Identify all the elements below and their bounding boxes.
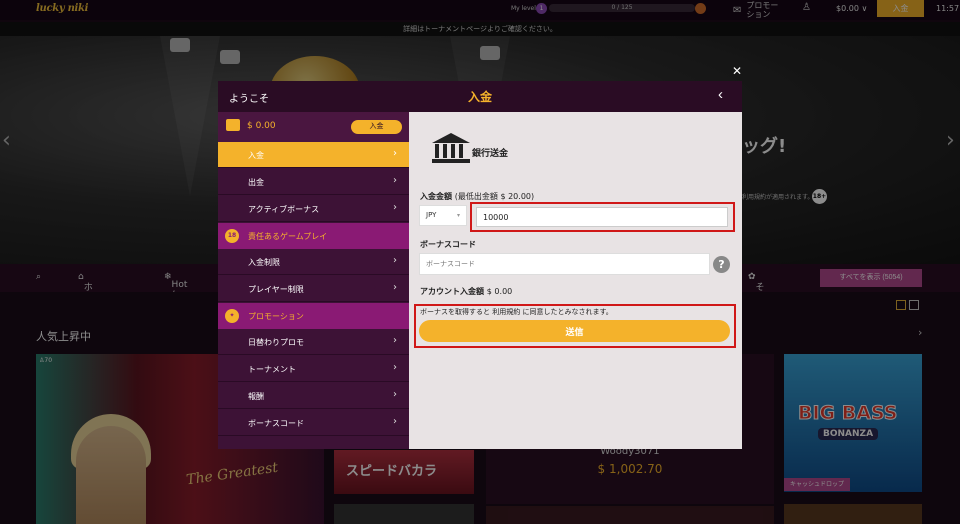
sidebar-item-label: プレイヤー制限: [248, 285, 304, 294]
sidebar-item-label: ボーナスコード: [248, 419, 304, 428]
chevron-right-icon: ›: [393, 282, 397, 293]
age-18-icon: 18: [225, 229, 239, 243]
chevron-right-icon: ›: [393, 202, 397, 213]
sidebar-section-responsible: 18 責任あるゲームプレイ: [218, 223, 409, 249]
modal-title: 入金: [467, 90, 492, 104]
bonus-code-label: ボーナスコード: [420, 240, 476, 249]
chevron-right-icon: ›: [393, 175, 397, 186]
sidebar-deposit-button[interactable]: 入金: [351, 120, 402, 134]
sidebar-item-label: 日替わりプロモ: [248, 338, 304, 347]
back-icon[interactable]: ‹: [718, 86, 723, 103]
sidebar-item-label: アクティブボーナス: [248, 205, 320, 214]
sidebar-item-player-limit[interactable]: プレイヤー制限 ›: [218, 276, 409, 302]
chevron-right-icon: ›: [393, 335, 397, 346]
sidebar-balance-amount: $ 0.00: [247, 121, 276, 131]
sidebar-section-label: プロモーション: [248, 312, 304, 321]
sidebar-item-rewards[interactable]: 報酬 ›: [218, 383, 409, 409]
wallet-icon: [226, 119, 240, 131]
megaphone-icon: ✦: [225, 309, 239, 323]
modal-header: ようこそ 入金 ‹: [218, 81, 742, 112]
chevron-right-icon: ›: [393, 362, 397, 373]
sidebar-item-label: トーナメント: [248, 365, 296, 374]
chevron-right-icon: ›: [393, 148, 397, 159]
sidebar-item-bonus-code[interactable]: ボーナスコード ›: [218, 410, 409, 436]
chevron-down-icon: ▾: [457, 212, 461, 219]
sidebar-item-label: 報酬: [248, 392, 264, 401]
payment-method-label: 銀行送金: [472, 149, 509, 159]
sidebar-item-label: 入金: [248, 151, 264, 160]
sidebar-item-label: 出金: [248, 178, 264, 187]
deposit-modal: ようこそ 入金 ‹ $ 0.00 入金 入金 › 出金 › アクティブボーナス › 1…: [218, 81, 742, 449]
sidebar-item-deposit-limit[interactable]: 入金制限 ›: [218, 249, 409, 275]
sidebar-section-label: 責任あるゲームプレイ: [248, 232, 328, 241]
sidebar-item-label: 入金制限: [248, 258, 280, 267]
account-deposit-label: アカウント入金額 $ 0.00: [420, 287, 513, 296]
bonus-code-input[interactable]: [419, 253, 710, 275]
deposit-panel: 銀行送金 入金金額 (最低出金額 $ 20.00) JPY▾ ボーナスコード ?…: [409, 112, 742, 449]
currency-select[interactable]: JPY ▾: [419, 205, 467, 226]
chevron-right-icon: ›: [393, 255, 397, 266]
account-sidebar: $ 0.00 入金 入金 › 出金 › アクティブボーナス › 18 責任あるゲームプ…: [218, 112, 409, 449]
chevron-right-icon: ›: [393, 416, 397, 427]
submit-button[interactable]: 送信: [419, 320, 730, 342]
bonus-terms-text: ボーナスを取得すると 利用規約 に同意したとみなされます。: [420, 308, 613, 316]
help-icon[interactable]: ?: [713, 256, 730, 273]
sidebar-balance: $ 0.00 入金: [218, 112, 409, 142]
amount-label: 入金金額 (最低出金額 $ 20.00): [420, 192, 535, 201]
sidebar-item-deposit[interactable]: 入金 ›: [218, 142, 409, 168]
sidebar-item-daily-promo[interactable]: 日替わりプロモ ›: [218, 329, 409, 355]
sidebar-item-withdraw[interactable]: 出金 ›: [218, 169, 409, 195]
chevron-right-icon: ›: [393, 389, 397, 400]
sidebar-item-tournament[interactable]: トーナメント ›: [218, 356, 409, 382]
sidebar-section-promotion: ✦ プロモーション: [218, 303, 409, 329]
sidebar-item-active-bonus[interactable]: アクティブボーナス ›: [218, 196, 409, 222]
amount-highlight: [470, 202, 735, 232]
close-icon[interactable]: ✕: [732, 64, 742, 78]
